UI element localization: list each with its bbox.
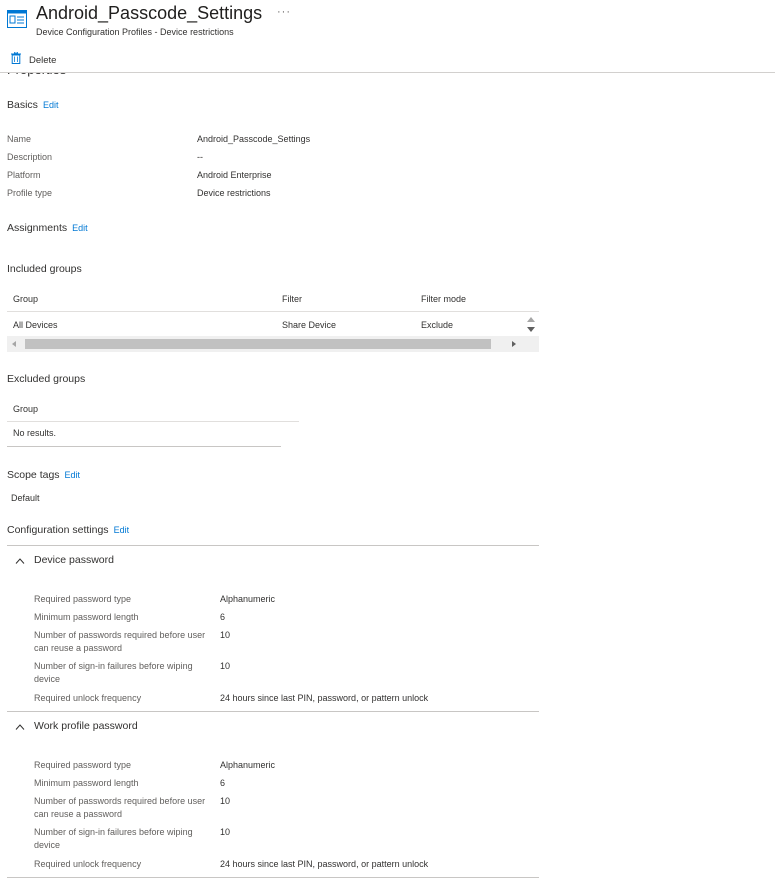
basics-edit-link[interactable]: Edit: [43, 100, 59, 110]
included-row-filter: Share Device: [282, 320, 337, 330]
basics-heading: Basics: [7, 99, 38, 111]
basics-label-name: Name: [7, 134, 32, 144]
dp-label-reuse: Number of passwords required before user…: [34, 630, 206, 653]
basics-value-profile-type: Device restrictions: [197, 188, 271, 198]
scroll-right-icon[interactable]: [512, 341, 516, 347]
included-col-filter-mode[interactable]: Filter mode: [421, 294, 466, 304]
basics-value-name: Android_Passcode_Settings: [197, 134, 311, 144]
wp-label-password-type: Required password type: [34, 760, 132, 770]
basics-section-header: Basics Edit: [7, 99, 58, 111]
included-col-group[interactable]: Group: [13, 294, 38, 304]
included-header-divider: [7, 311, 539, 312]
chevron-up-icon: [15, 551, 25, 569]
basics-label-platform: Platform: [7, 170, 41, 180]
dp-value-password-type: Alphanumeric: [220, 594, 276, 604]
breadcrumb-subtitle: Device Configuration Profiles - Device r…: [36, 27, 234, 37]
wp-label-unlock-frequency: Required unlock frequency: [34, 859, 142, 869]
dp-label-min-length: Minimum password length: [34, 612, 139, 622]
dp-value-min-length: 6: [220, 612, 226, 622]
assignments-section-header: Assignments Edit: [7, 222, 88, 234]
configuration-section-header: Configuration settings Edit: [7, 524, 129, 536]
dp-label-password-type: Required password type: [34, 594, 132, 604]
wp-value-unlock-frequency: 24 hours since last PIN, password, or pa…: [220, 859, 429, 869]
scope-tags-edit-link[interactable]: Edit: [65, 470, 81, 480]
scope-tag-value: Default: [11, 493, 40, 503]
included-row-mode: Exclude: [421, 320, 454, 330]
included-groups-heading: Included groups: [7, 263, 82, 275]
excluded-bottom-divider: [7, 446, 281, 447]
device-profile-icon: [7, 10, 27, 28]
configuration-heading: Configuration settings: [7, 524, 109, 536]
wp-label-min-length: Minimum password length: [34, 778, 139, 788]
assignments-heading: Assignments: [7, 222, 68, 234]
device-password-title: Device password: [34, 554, 114, 566]
configuration-edit-link[interactable]: Edit: [114, 525, 130, 535]
wp-label-reuse: Number of passwords required before user…: [34, 796, 206, 819]
device-password-toggle[interactable]: Device password: [15, 552, 114, 568]
horizontal-scroll-thumb[interactable]: [25, 339, 491, 349]
basics-label-profile-type: Profile type: [7, 188, 53, 198]
assignments-edit-link[interactable]: Edit: [72, 223, 88, 233]
command-bar-divider: [0, 72, 775, 73]
scroll-up-icon[interactable]: [527, 317, 535, 322]
excluded-header-divider: [7, 421, 299, 422]
trash-icon: [11, 51, 21, 69]
excluded-groups-heading: Excluded groups: [7, 373, 86, 385]
dp-label-wipe: Number of sign-in failures before wiping…: [34, 661, 193, 684]
chevron-up-icon: [15, 717, 25, 735]
basics-label-description: Description: [7, 152, 53, 162]
config-top-divider: [7, 545, 539, 546]
excluded-empty-message: No results.: [13, 428, 57, 438]
scope-tags-heading: Scope tags: [7, 469, 60, 481]
wp-label-wipe: Number of sign-in failures before wiping…: [34, 827, 193, 850]
included-col-filter[interactable]: Filter: [282, 294, 302, 304]
work-profile-password-toggle[interactable]: Work profile password: [15, 718, 138, 734]
basics-value-description: --: [197, 152, 203, 162]
wp-value-password-type: Alphanumeric: [220, 760, 276, 770]
scroll-down-icon[interactable]: [527, 327, 535, 332]
wp-value-min-length: 6: [220, 778, 226, 788]
vertical-scrollbar[interactable]: [524, 314, 538, 336]
dp-label-unlock-frequency: Required unlock frequency: [34, 693, 142, 703]
device-password-divider: [7, 711, 539, 712]
wp-value-reuse: 10: [220, 796, 231, 806]
basics-value-platform: Android Enterprise: [197, 170, 272, 180]
included-row-group: All Devices: [13, 320, 58, 330]
scroll-left-icon[interactable]: [12, 341, 16, 347]
work-profile-password-title: Work profile password: [34, 720, 138, 732]
wp-value-wipe: 10: [220, 827, 231, 837]
scope-tags-section-header: Scope tags Edit: [7, 469, 80, 481]
dp-value-wipe: 10: [220, 661, 231, 671]
dp-value-reuse: 10: [220, 630, 231, 640]
excluded-col-group[interactable]: Group: [13, 404, 38, 414]
dp-value-unlock-frequency: 24 hours since last PIN, password, or pa…: [220, 693, 429, 703]
page-title: Android_Passcode_Settings: [36, 3, 263, 23]
more-options-button[interactable]: ···: [277, 6, 291, 18]
work-profile-password-divider: [7, 877, 539, 878]
delete-label: Delete: [29, 54, 57, 66]
delete-button[interactable]: Delete: [11, 51, 57, 69]
